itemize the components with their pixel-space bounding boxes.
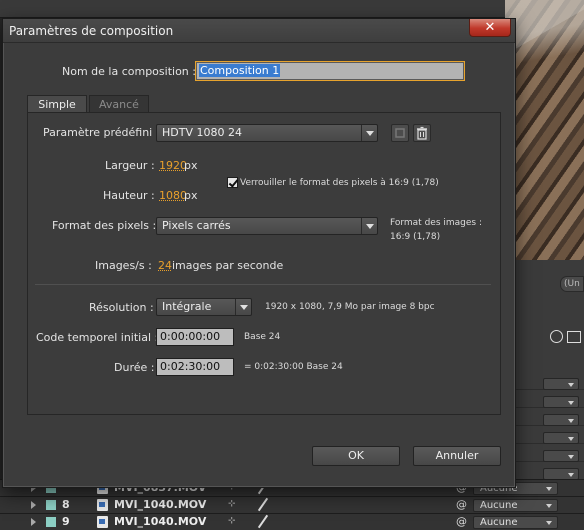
width-unit: px (184, 159, 198, 172)
timeline-row[interactable]: 9 MVI_1040.MOV ⊹ @ Aucune (0, 513, 584, 530)
panel-dropdown[interactable] (543, 414, 579, 426)
ok-button[interactable]: OK (312, 446, 400, 466)
image-format-label: Format des images : (390, 218, 482, 228)
parent-pickwhip-icon[interactable]: @ (456, 515, 467, 528)
dialog-titlebar[interactable]: Paramètres de composition ✕ (3, 19, 515, 43)
pixel-format-dropdown[interactable]: Pixels carrés (156, 217, 378, 235)
image-format-value: 16:9 (1,78) (390, 232, 440, 242)
cancel-button[interactable]: Annuler (413, 446, 501, 466)
panel-dropdown[interactable] (543, 450, 579, 462)
trash-icon[interactable] (413, 124, 431, 142)
close-button[interactable]: ✕ (469, 19, 511, 37)
expand-triangle-icon[interactable] (31, 501, 36, 509)
chevron-down-icon (361, 125, 377, 141)
chevron-down-icon (361, 218, 377, 234)
preview-highlight (505, 0, 584, 80)
fx-switch-icon[interactable]: ⊹ (228, 516, 236, 526)
film-icon[interactable] (567, 331, 581, 343)
expand-triangle-icon[interactable] (31, 518, 36, 526)
spiral-icon[interactable] (550, 330, 563, 343)
preset-label: Paramètre prédéfini : (43, 126, 159, 139)
dialog-title: Paramètres de composition (9, 24, 173, 38)
duration-label: Durée : (114, 361, 154, 374)
timeline-panel: MVI_0837.MOV ⊹ @ Aucune 8 MVI_1040.MOV ⊹… (0, 488, 584, 524)
parent-pickwhip-icon[interactable]: @ (456, 498, 467, 511)
panel-dropdown[interactable] (543, 396, 579, 408)
panel-dropdown[interactable] (543, 378, 579, 390)
preset-dropdown[interactable]: HDTV 1080 24 (156, 124, 378, 142)
fps-label: Images/s : (95, 259, 152, 272)
height-value[interactable]: 1080 (159, 189, 187, 202)
pixel-format-label: Format des pixels : (52, 219, 156, 232)
timeline-row[interactable]: 8 MVI_1040.MOV ⊹ @ Aucune (0, 496, 584, 513)
lock-ratio-label: Verrouiller le format des pixels à 16:9 … (240, 178, 439, 188)
comp-name-value: Composition 1 (199, 64, 280, 77)
duration-input[interactable]: 0:02:30:00 (156, 358, 234, 376)
panel-icons (550, 330, 584, 348)
video-file-icon (97, 499, 108, 511)
app-top-bar (0, 0, 584, 18)
layer-name[interactable]: MVI_1040.MOV (114, 515, 206, 528)
composition-settings-dialog: Paramètres de composition ✕ Nom de la co… (2, 18, 516, 488)
width-value[interactable]: 1920 (159, 159, 187, 172)
preset-value: HDTV 1080 24 (162, 126, 242, 139)
unknown-dropdown[interactable]: (Un (560, 276, 584, 292)
layer-number: 8 (62, 498, 70, 511)
save-preset-icon[interactable] (391, 124, 409, 142)
duration-info: = 0:02:30:00 Base 24 (244, 362, 343, 372)
comp-name-label: Nom de la composition : (62, 65, 196, 78)
label-color-swatch[interactable] (46, 517, 56, 527)
resolution-info: 1920 x 1080, 7,9 Mo par image 8 bpc (265, 302, 435, 312)
timecode-base: Base 24 (244, 332, 280, 342)
quality-switch-icon[interactable] (258, 515, 268, 528)
width-label: Largeur : (105, 159, 155, 172)
video-file-icon (97, 516, 108, 528)
height-label: Hauteur : (103, 189, 155, 202)
fps-value[interactable]: 24 (158, 259, 172, 272)
lock-ratio-checkbox[interactable] (227, 177, 238, 188)
parent-dropdown[interactable]: Aucune (473, 516, 558, 529)
comp-name-input[interactable]: Composition 1 (196, 62, 464, 80)
timecode-input[interactable]: 0:00:00:00 (156, 328, 234, 346)
layer-name[interactable]: MVI_1040.MOV (114, 498, 206, 511)
layer-number: 9 (62, 515, 70, 528)
resolution-label: Résolution : (89, 301, 154, 314)
panel-dropdown[interactable] (543, 432, 579, 444)
fps-unit: images par seconde (172, 259, 283, 272)
pixel-format-value: Pixels carrés (162, 219, 231, 232)
chevron-down-icon (235, 299, 251, 315)
height-unit: px (184, 189, 198, 202)
resolution-value: Intégrale (162, 300, 211, 313)
timecode-label: Code temporel initial : (36, 331, 158, 344)
fx-switch-icon[interactable]: ⊹ (228, 499, 236, 509)
divider (35, 284, 491, 285)
parent-dropdown[interactable]: Aucune (473, 499, 558, 512)
resolution-dropdown[interactable]: Intégrale (156, 298, 252, 316)
quality-switch-icon[interactable] (258, 498, 268, 511)
label-color-swatch[interactable] (46, 500, 56, 510)
